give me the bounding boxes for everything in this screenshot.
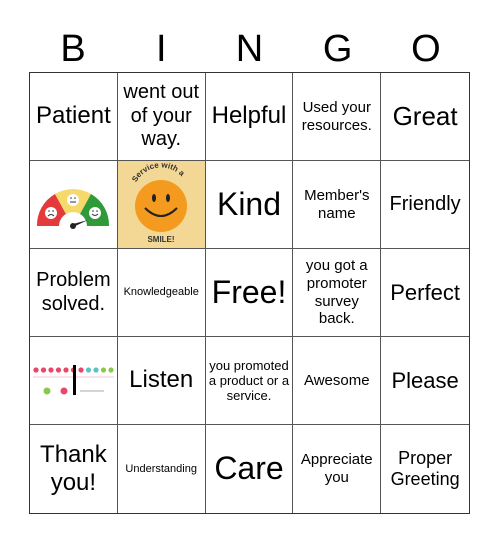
cell-label: you promoted a product or a service. — [208, 357, 290, 404]
cell-label: Please — [391, 367, 459, 393]
bingo-cell[interactable]: Appreciate you — [293, 425, 382, 513]
cell-label: you got a promoter survey back. — [305, 257, 368, 328]
cell-label: Helpful — [211, 102, 287, 130]
cell-label: Perfect — [390, 279, 460, 305]
bingo-cell[interactable]: Great — [381, 73, 469, 161]
bingo-cell[interactable]: Listen — [117, 337, 206, 425]
bingo-header: B I N G O — [29, 26, 470, 72]
cell-label: Used your resources. — [301, 98, 372, 134]
header-letter-g: G — [322, 28, 353, 70]
cell-label: Listen — [129, 366, 194, 394]
satisfaction-gauge-icon — [37, 188, 110, 229]
service-with-a-smile-image: Service with a SMILE! — [130, 162, 188, 244]
bingo-cell[interactable] — [30, 337, 118, 425]
bingo-cell[interactable]: you got a promoter survey back. — [293, 249, 382, 337]
bingo-cell[interactable]: Free! — [205, 249, 294, 337]
header-letter-n: N — [235, 28, 264, 70]
bingo-cell[interactable]: went out of your way. — [117, 73, 206, 161]
cell-label: Kind — [216, 185, 282, 222]
cell-label: Appreciate you — [300, 451, 373, 486]
nps-scale-image — [33, 364, 115, 395]
cell-label: Member's name — [304, 186, 370, 222]
header-letter-o: O — [411, 28, 441, 70]
cell-label: Proper Greeting — [390, 447, 460, 489]
bingo-cell[interactable]: Problem solved. — [30, 249, 118, 337]
bingo-cell[interactable]: Member's name — [293, 161, 382, 249]
bingo-cell[interactable]: Understanding — [118, 425, 206, 513]
bingo-cell[interactable]: Service with a SMILE! — [117, 161, 206, 249]
header-letter-b: B — [60, 28, 86, 70]
bingo-cell[interactable]: Knowledgeable — [117, 249, 206, 337]
cell-label: Understanding — [125, 462, 197, 475]
bingo-cell[interactable]: Kind — [205, 161, 294, 249]
cell-label: Free! — [211, 273, 287, 310]
bingo-cell[interactable]: Perfect — [381, 249, 469, 337]
svg-text:SMILE!: SMILE! — [148, 235, 175, 244]
cell-label: Awesome — [303, 371, 370, 389]
cell-label: Problem solved. — [36, 268, 111, 315]
cell-label: Knowledgeable — [123, 286, 199, 299]
header-letter-i: I — [156, 28, 167, 70]
bingo-cell[interactable]: Please — [381, 337, 469, 425]
bingo-cell[interactable]: Care — [206, 425, 294, 513]
cell-label: Thank you! — [40, 440, 107, 496]
bingo-cell[interactable]: Thank you! — [30, 425, 118, 513]
bingo-cell[interactable]: Friendly — [381, 161, 469, 249]
cell-label: Patient — [36, 102, 111, 130]
bingo-grid: Patient went out of your way. Helpful Us… — [29, 72, 470, 514]
bingo-cell[interactable]: you promoted a product or a service. — [205, 337, 294, 425]
bingo-cell[interactable] — [30, 161, 118, 249]
bingo-cell[interactable]: Awesome — [293, 337, 382, 425]
cell-label: Friendly — [389, 192, 461, 215]
bingo-cell[interactable]: Used your resources. — [293, 73, 382, 161]
bingo-cell[interactable]: Proper Greeting — [381, 425, 469, 513]
cell-label: Great — [392, 101, 458, 132]
cell-label: Care — [214, 450, 284, 487]
bingo-cell[interactable]: Helpful — [205, 73, 294, 161]
bingo-cell[interactable]: Patient — [30, 73, 118, 161]
cell-label: went out of your way. — [123, 81, 199, 151]
